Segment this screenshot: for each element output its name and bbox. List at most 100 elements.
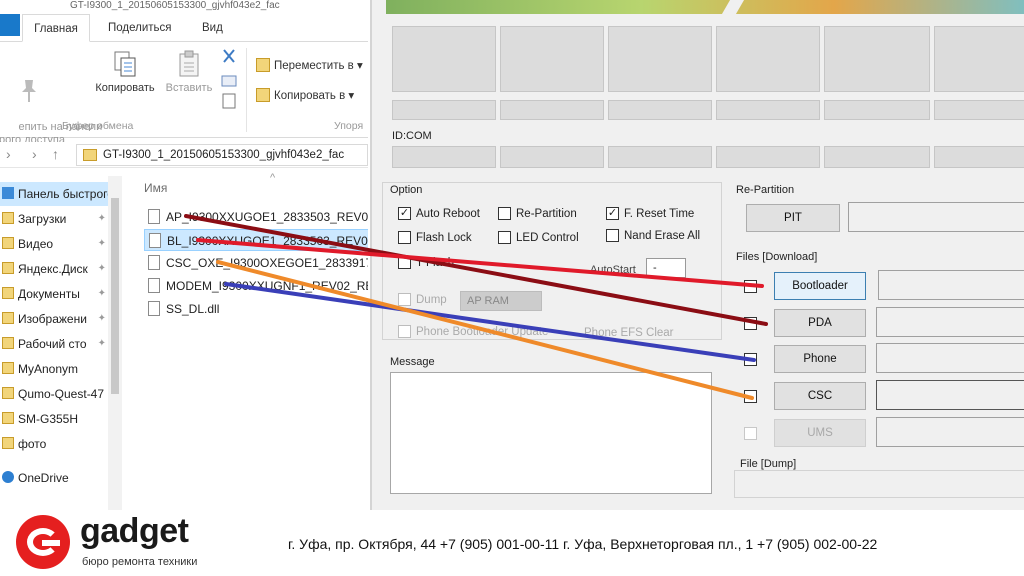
file-path-field[interactable] xyxy=(878,270,1024,300)
file-checkbox[interactable] xyxy=(744,390,757,403)
nav-item[interactable]: фото xyxy=(0,432,118,456)
move-to-button[interactable]: Переместить в ▾ xyxy=(256,58,363,72)
file-button-pda[interactable]: PDA xyxy=(774,309,866,337)
pin-icon: ✦ xyxy=(97,338,106,349)
file-item[interactable]: AP_I9300XXUGOE1_2833503_REV00_u xyxy=(144,206,368,228)
device-slot xyxy=(824,26,930,92)
file-checkbox[interactable] xyxy=(744,353,757,366)
up-arrow-icon[interactable]: ↑ xyxy=(52,146,59,162)
file-item[interactable]: CSC_OXE_I9300OXEGOE1_2833917_RI xyxy=(144,252,368,274)
file-item[interactable]: MODEM_I9300XXUGNF1_REV02_REV0 xyxy=(144,275,368,297)
nav-item[interactable]: OneDrive xyxy=(0,466,118,490)
led-control-checkbox[interactable]: LED Control xyxy=(498,231,579,244)
address-text: GT-I9300_1_20150605153300_gjvhf043e2_fac xyxy=(103,149,345,161)
paste-icon xyxy=(179,50,199,77)
nav-item-label: MyAnonym xyxy=(18,362,79,376)
clipboard-small-icons[interactable] xyxy=(220,48,238,112)
file-icon xyxy=(148,255,160,270)
t-flash-label: T Flash xyxy=(416,256,455,269)
nand-erase-all-checkbox[interactable]: Nand Erase All xyxy=(606,229,700,242)
flash-lock-checkbox[interactable]: Flash Lock xyxy=(398,231,472,244)
back-icon[interactable]: › xyxy=(6,146,11,162)
odin-banner xyxy=(386,0,1024,14)
file-dump-field[interactable] xyxy=(734,470,1024,498)
dump-type-select[interactable]: AP RAM xyxy=(460,291,542,311)
device-slot xyxy=(824,146,930,168)
f-reset-time-checkbox[interactable]: ✓ F. Reset Time xyxy=(606,207,694,220)
copy-to-icon xyxy=(256,88,270,102)
checkbox xyxy=(498,231,511,244)
phone-bootloader-update-label: Phone Bootloader Update xyxy=(416,325,549,338)
copy-button[interactable]: Копировать xyxy=(90,50,160,95)
nav-item[interactable]: Видео ✦ xyxy=(0,232,118,256)
phone-bootloader-update-checkbox[interactable]: Phone Bootloader Update xyxy=(398,325,548,338)
file-button-bootloader[interactable]: Bootloader xyxy=(774,272,866,300)
file-button-phone[interactable]: Phone xyxy=(774,345,866,373)
copy-to-button[interactable]: Копировать в ▾ xyxy=(256,88,354,102)
file-path-field[interactable] xyxy=(876,380,1024,410)
auto-start-select[interactable]: - xyxy=(646,258,686,278)
address-bar: › › ↑ GT-I9300_1_20150605153300_gjvhf043… xyxy=(0,142,368,168)
organize-group-label: Упоря xyxy=(334,120,364,132)
folder-icon xyxy=(2,237,14,249)
file-button-ums[interactable]: UMS xyxy=(774,419,866,447)
file-path-field[interactable] xyxy=(876,343,1024,373)
file-checkbox[interactable] xyxy=(744,317,757,330)
nav-item[interactable]: Панель быстрого xyxy=(0,182,118,206)
file-icon xyxy=(148,209,160,224)
t-flash-checkbox[interactable]: T Flash xyxy=(398,256,454,269)
nav-item[interactable]: Яндекс.Диск ✦ xyxy=(0,257,118,281)
nav-item[interactable]: SM-G355H xyxy=(0,407,118,431)
f-reset-time-label: F. Reset Time xyxy=(624,207,695,220)
nav-item[interactable]: Загрузки ✦ xyxy=(0,207,118,231)
nav-item[interactable]: Документы ✦ xyxy=(0,282,118,306)
auto-reboot-checkbox[interactable]: ✓ Auto Reboot xyxy=(398,207,480,220)
paste-button[interactable]: Вставить xyxy=(154,50,224,95)
pit-file-field[interactable] xyxy=(848,202,1024,232)
footer: gadget бюро ремонта техники г. Уфа, пр. … xyxy=(0,510,1024,576)
file-explorer-window: GT-I9300_1_20150605153300_gjvhf043e2_fac… xyxy=(0,0,368,510)
dump-checkbox[interactable]: Dump xyxy=(398,293,447,306)
file-path-field[interactable] xyxy=(876,307,1024,337)
nav-item-label: Загрузки xyxy=(18,212,67,226)
scrollbar-thumb[interactable] xyxy=(111,198,119,394)
auto-reboot-label: Auto Reboot xyxy=(416,207,480,220)
nav-item-label: Яндекс.Диск xyxy=(18,262,88,276)
file-button-csc[interactable]: CSC xyxy=(774,382,866,410)
tab-file[interactable] xyxy=(0,14,20,36)
navigation-pane: Панель быстрого Загрузки ✦ Видео ✦ Яндекс.Дис… xyxy=(0,176,124,510)
star-icon xyxy=(2,187,14,199)
device-slot xyxy=(934,26,1024,92)
tab-home[interactable]: Главная xyxy=(22,14,90,42)
nav-item-label: Qumo-Quest-47 xyxy=(18,387,105,401)
contact-address: г. Уфа, пр. Октября, 44 +7 (905) 001-00-… xyxy=(288,536,878,552)
id-com-label: ID:COM xyxy=(392,130,432,142)
file-item[interactable]: SS_DL.dll xyxy=(144,298,368,320)
nav-item-label: Рабочий сто xyxy=(18,337,87,351)
message-log[interactable] xyxy=(390,372,712,494)
folder-icon xyxy=(2,412,14,424)
column-header-name[interactable]: Имя xyxy=(144,181,167,195)
files-download-title: Files [Download] xyxy=(736,251,818,263)
checkbox xyxy=(398,256,411,269)
file-path-field[interactable] xyxy=(876,417,1024,447)
checked-box: ✓ xyxy=(606,207,619,220)
re-partition-checkbox[interactable]: Re-Partition xyxy=(498,207,577,220)
move-to-icon xyxy=(256,58,270,72)
file-item[interactable]: BL_I9300XXUGOE1_2833503_REV00_u xyxy=(144,229,368,251)
address-path[interactable]: GT-I9300_1_20150605153300_gjvhf043e2_fac xyxy=(76,144,368,166)
forward-icon[interactable]: › xyxy=(32,146,37,162)
nav-item[interactable]: Qumo-Quest-47 xyxy=(0,382,118,406)
folder-icon xyxy=(2,337,14,349)
nav-item-label: Изображени xyxy=(18,312,87,326)
tab-share[interactable]: Поделиться xyxy=(108,14,172,42)
navigation-scrollbar[interactable] xyxy=(108,176,122,510)
file-checkbox[interactable] xyxy=(744,427,757,440)
file-checkbox[interactable] xyxy=(744,280,757,293)
odin-window: ID:COM Option ✓ Auto Reboot Re-Partition … xyxy=(370,0,1024,510)
nav-item[interactable]: Рабочий сто ✦ xyxy=(0,332,118,356)
pit-button[interactable]: PIT xyxy=(746,204,840,232)
tab-view[interactable]: Вид xyxy=(202,14,223,42)
nav-item[interactable]: MyAnonym xyxy=(0,357,118,381)
nav-item[interactable]: Изображени ✦ xyxy=(0,307,118,331)
